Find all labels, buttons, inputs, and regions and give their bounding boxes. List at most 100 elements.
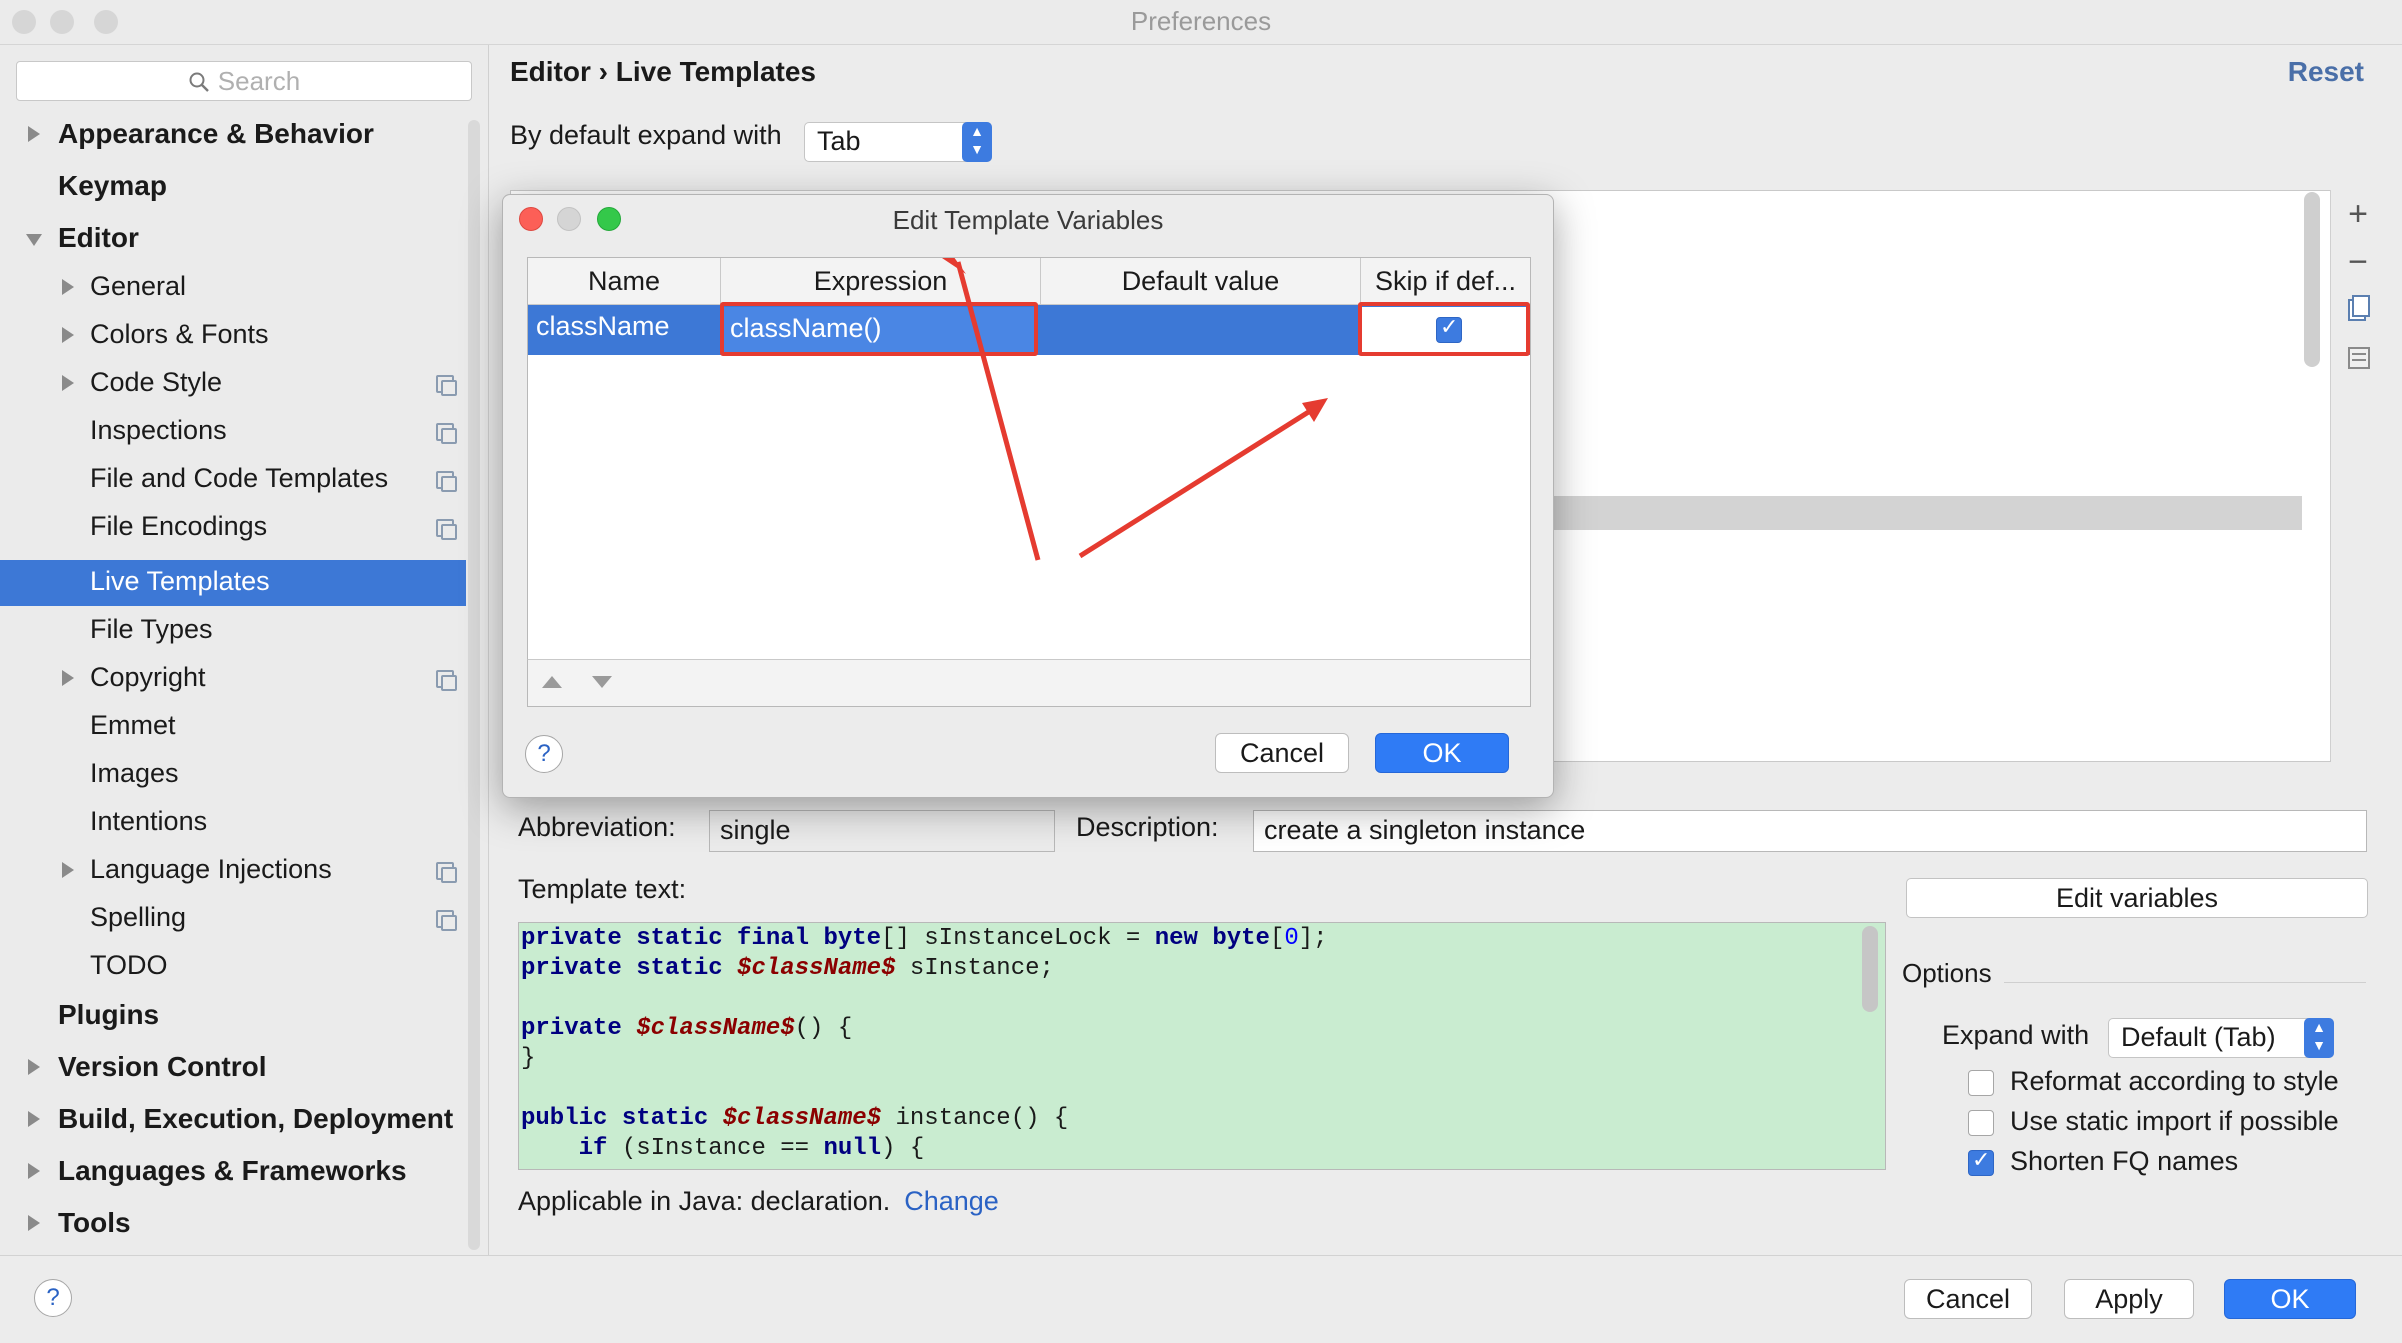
sidebar-item-copyright[interactable]: Copyright xyxy=(0,656,466,702)
sidebar-item-label: Editor xyxy=(58,222,139,253)
shorten-fq-checkbox[interactable] xyxy=(1968,1147,1994,1176)
reset-link[interactable]: Reset xyxy=(2288,56,2364,88)
static-import-checkbox[interactable] xyxy=(1968,1110,1994,1136)
sidebar-item-plugins[interactable]: Plugins xyxy=(0,993,466,1039)
description-label: Description: xyxy=(1076,812,1219,842)
description-value: create a singleton instance xyxy=(1264,815,1586,845)
expand-arrow-icon[interactable] xyxy=(62,327,74,343)
move-down-icon[interactable] xyxy=(592,676,612,688)
sidebar-item-appearance-behavior[interactable]: Appearance & Behavior xyxy=(0,112,466,158)
sidebar-item-label: Live Templates xyxy=(90,566,270,596)
applicable-context: Applicable in Java: declaration. Change xyxy=(518,1186,999,1217)
sidebar-item-file-types[interactable]: File Types xyxy=(0,608,466,654)
abbreviation-input[interactable]: single xyxy=(709,810,1055,852)
sidebar-item-spelling[interactable]: Spelling xyxy=(0,896,466,942)
sidebar-item-label: Build, Execution, Deployment xyxy=(58,1103,454,1134)
expand-with-option-label: Expand with xyxy=(1942,1020,2090,1050)
cancel-button[interactable]: Cancel xyxy=(1904,1279,2032,1319)
sidebar-item-keymap[interactable]: Keymap xyxy=(0,164,466,210)
search-input[interactable]: Search xyxy=(16,61,472,101)
template-group-icon[interactable] xyxy=(2331,336,2385,380)
move-up-icon[interactable] xyxy=(542,676,562,688)
edit-variables-button[interactable]: Edit variables xyxy=(1906,878,2368,918)
sidebar-item-languages-frameworks[interactable]: Languages & Frameworks xyxy=(0,1149,466,1195)
reformat-checkbox[interactable] xyxy=(1968,1070,1994,1096)
code-line: public static $className$ instance() { xyxy=(521,1105,1069,1132)
expand-arrow-icon[interactable] xyxy=(28,1059,40,1075)
sidebar-item-label: Tools xyxy=(58,1207,131,1238)
breadcrumb: Editor › Live Templates xyxy=(510,56,816,87)
sidebar-item-editor[interactable]: Editor xyxy=(0,216,466,262)
ok-button[interactable]: OK xyxy=(2224,1279,2356,1319)
project-settings-icon xyxy=(436,910,457,931)
sidebar-item-intentions[interactable]: Intentions xyxy=(0,800,466,846)
sidebar-item-label: Version Control xyxy=(58,1051,267,1082)
expand-arrow-icon[interactable] xyxy=(62,375,74,391)
sidebar-item-colors-fonts[interactable]: Colors & Fonts xyxy=(0,313,466,359)
template-text-label: Template text: xyxy=(518,874,687,904)
sidebar-item-version-control[interactable]: Version Control xyxy=(0,1045,466,1091)
abbreviation-label: Abbreviation: xyxy=(518,812,676,842)
sidebar-item-live-templates[interactable]: Live Templates xyxy=(0,560,466,606)
project-settings-icon xyxy=(436,862,457,883)
expand-arrow-icon[interactable] xyxy=(28,1215,40,1231)
sidebar-item-inspections[interactable]: Inspections xyxy=(0,409,466,455)
window-titlebar: Preferences xyxy=(0,0,2402,45)
sidebar-item-label: Emmet xyxy=(90,710,176,740)
sidebar-item-build-execution-deployment[interactable]: Build, Execution, Deployment xyxy=(0,1097,466,1143)
dialog-help-button[interactable]: ? xyxy=(525,735,563,773)
templates-scrollbar[interactable] xyxy=(2304,192,2320,367)
sidebar-item-label: File Encodings xyxy=(90,511,268,541)
sidebar-item-code-style[interactable]: Code Style xyxy=(0,361,466,407)
project-settings-icon xyxy=(436,423,457,444)
sidebar-item-language-injections[interactable]: Language Injections xyxy=(0,848,466,894)
project-settings-icon xyxy=(436,375,457,396)
code-line: if (sInstance == null) { xyxy=(521,1135,925,1162)
collapse-arrow-icon[interactable] xyxy=(26,234,42,246)
default-expand-select[interactable]: Tab ▲ ▼ xyxy=(804,122,992,162)
sidebar-scrollbar[interactable] xyxy=(468,120,480,1250)
sidebar-item-images[interactable]: Images xyxy=(0,752,466,798)
sidebar-item-file-code-templates[interactable]: File and Code Templates xyxy=(0,457,466,503)
dialog-ok-button[interactable]: OK xyxy=(1375,733,1509,773)
sidebar-item-label: Languages & Frameworks xyxy=(58,1155,407,1186)
selected-template-row[interactable] xyxy=(1550,496,2302,530)
variables-reorder-bar xyxy=(527,659,1531,707)
sidebar-item-general[interactable]: General xyxy=(0,265,466,311)
arrow-to-skip xyxy=(1078,403,1320,559)
expand-arrow-icon[interactable] xyxy=(28,126,40,142)
code-line: private $className$() { xyxy=(521,1015,853,1042)
template-text-scrollbar[interactable] xyxy=(1862,926,1878,1012)
sidebar-item-tools[interactable]: Tools xyxy=(0,1201,466,1247)
expand-arrow-icon[interactable] xyxy=(28,1111,40,1127)
remove-icon[interactable]: − xyxy=(2331,240,2385,284)
add-icon[interactable]: + xyxy=(2331,192,2385,236)
expand-arrow-icon[interactable] xyxy=(62,862,74,878)
edit-template-variables-dialog: Edit Template Variables Name Expression … xyxy=(502,194,1554,798)
settings-sidebar: Search Appearance & Behavior Keymap Edit… xyxy=(0,45,489,1255)
expand-arrow-icon[interactable] xyxy=(62,670,74,686)
sidebar-item-label: Plugins xyxy=(58,999,160,1030)
expand-with-select[interactable]: Default (Tab) ▲ ▼ xyxy=(2108,1018,2334,1058)
sidebar-item-label: Images xyxy=(90,758,179,788)
apply-button[interactable]: Apply xyxy=(2064,1279,2194,1319)
templates-toolbar: + − xyxy=(2330,190,2385,760)
sidebar-item-emmet[interactable]: Emmet xyxy=(0,704,466,750)
copy-icon[interactable] xyxy=(2331,288,2385,332)
expand-arrow-icon[interactable] xyxy=(28,1163,40,1179)
variables-table[interactable]: Name Expression Default value Skip if de… xyxy=(527,257,1531,707)
sidebar-item-todo[interactable]: TODO xyxy=(0,944,466,990)
sidebar-item-file-encodings[interactable]: File Encodings xyxy=(0,505,466,551)
help-button[interactable]: ? xyxy=(34,1279,72,1317)
change-context-link[interactable]: Change xyxy=(904,1186,999,1216)
applicable-text: Applicable in Java: declaration. xyxy=(518,1186,891,1216)
expand-arrow-icon[interactable] xyxy=(62,279,74,295)
sidebar-item-label: General xyxy=(90,271,187,301)
expand-with-label: By default expand with xyxy=(510,120,782,150)
code-line: } xyxy=(521,1045,536,1072)
description-input[interactable]: create a singleton instance xyxy=(1253,810,2367,852)
project-settings-icon xyxy=(436,519,457,540)
template-text-editor[interactable]: private static final byte[] sInstanceLoc… xyxy=(518,922,1886,1170)
dialog-cancel-button[interactable]: Cancel xyxy=(1215,733,1349,773)
search-icon xyxy=(188,71,210,93)
